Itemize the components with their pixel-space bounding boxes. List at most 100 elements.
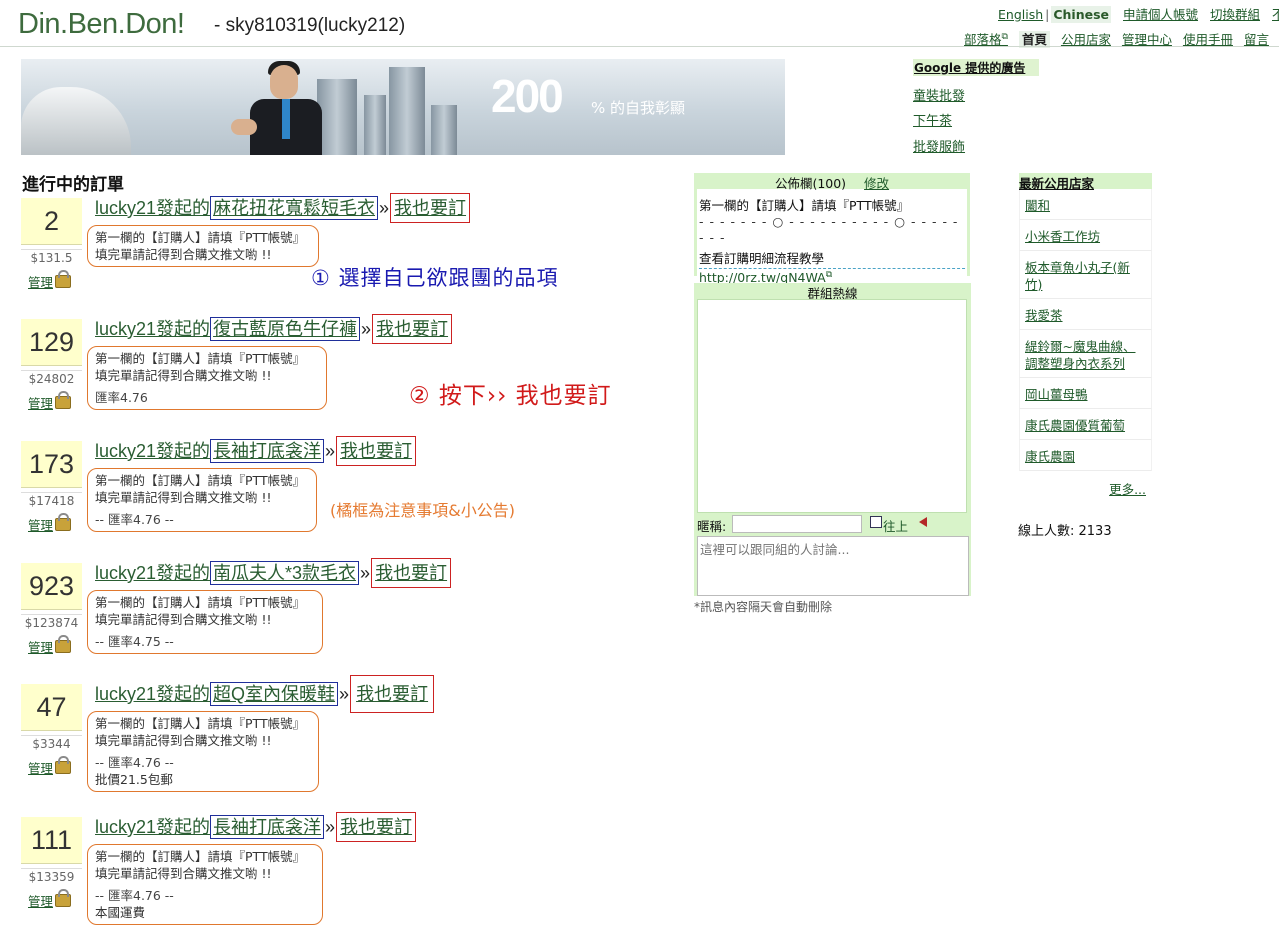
ads-title[interactable]: Google 提供的廣告 <box>913 59 1039 76</box>
nav-manual[interactable]: 使用手冊 <box>1183 32 1233 47</box>
orders-heading: 進行中的訂單 <box>22 175 124 195</box>
order-item-link[interactable]: 復古藍原色牛仔褲 <box>210 317 361 341</box>
order-amount: $3344 <box>21 735 82 751</box>
store-link[interactable]: 小米香工作坊 <box>1025 229 1100 244</box>
order-item-link[interactable]: 南瓜夫人*3款毛衣 <box>210 561 360 585</box>
order-title: lucky21發起的 麻花扭花寬鬆短毛衣» 我也要訂 <box>95 193 471 223</box>
separator: | <box>1045 7 1050 22</box>
order-title: lucky21發起的 南瓜夫人*3款毛衣» 我也要訂 <box>95 558 452 588</box>
order-item-link[interactable]: 麻花扭花寬鬆短毛衣 <box>210 196 379 220</box>
order-starter-link[interactable]: lucky21發起的 <box>95 684 210 704</box>
arrow-icon: » <box>325 441 336 461</box>
arrow-icon: » <box>360 563 371 583</box>
current-user: - sky810319(lucky212) <box>214 15 406 36</box>
annotation-step-1: ① 選擇自己欲跟團的品項 <box>311 266 559 290</box>
banner-car-image <box>21 87 131 155</box>
stores-title-label: 最新公用店家 <box>1019 176 1095 191</box>
order-starter-link[interactable]: lucky21發起的 <box>95 441 210 461</box>
nav-stores[interactable]: 公用店家 <box>1061 32 1111 47</box>
bulletin-dots: - - - - - - - ○ - - - - - - - - - - ○ - … <box>699 214 959 245</box>
store-link[interactable]: 緹鈴爾~魔鬼曲線、調整塑身內衣系列 <box>1025 339 1135 371</box>
manage-label: 管理 <box>28 518 54 533</box>
manage-link[interactable]: 管理 <box>28 270 72 291</box>
chat-message-input[interactable] <box>697 536 969 596</box>
ad-link[interactable]: 批發服飾 <box>913 136 965 155</box>
arrow-icon: » <box>325 817 336 837</box>
order-title: lucky21發起的 復古藍原色牛仔褲» 我也要訂 <box>95 314 453 344</box>
order-item-link[interactable]: 長袖打底衾洋 <box>210 439 325 463</box>
join-order-button[interactable]: 我也要訂 <box>350 675 435 713</box>
join-order-button[interactable]: 我也要訂 <box>390 193 471 223</box>
annotation-note: (橘框為注意事項&小公告) <box>330 501 515 520</box>
nav-blog[interactable]: 部落格⧉ <box>964 32 1008 47</box>
note-line: 填完單請記得到合購文推文喲 !! <box>95 368 272 383</box>
store-link[interactable]: 康氏農園 <box>1025 449 1075 464</box>
note-line: 第一欄的【訂購人】請填『PTT帳號』 <box>95 595 306 610</box>
banner-ad[interactable]: 200 % 的自我彰顯 <box>21 59 785 155</box>
order-note: 第一欄的【訂購人】請填『PTT帳號』 填完單請記得到合購文推文喲 !! -- 匯… <box>87 711 319 792</box>
order-note: 第一欄的【訂購人】請填『PTT帳號』 填完單請記得到合購文推文喲 !! -- 匯… <box>87 590 323 654</box>
manage-label: 管理 <box>28 640 54 655</box>
switch-group-link[interactable]: 切換群組 <box>1210 7 1260 22</box>
manage-label: 管理 <box>28 761 54 776</box>
join-order-button[interactable]: 我也要訂 <box>336 812 417 842</box>
manage-link[interactable]: 管理 <box>28 391 72 412</box>
order-starter-link[interactable]: lucky21發起的 <box>95 198 210 218</box>
store-link[interactable]: 板本章魚小丸子(新竹) <box>1025 260 1130 292</box>
store-link[interactable]: 我愛茶 <box>1025 308 1063 323</box>
store-link[interactable]: 闔和 <box>1025 198 1050 213</box>
store-item: 我愛茶 <box>1019 299 1152 330</box>
stores-more-link[interactable]: 更多... <box>1109 482 1146 497</box>
manage-link[interactable]: 管理 <box>28 756 72 777</box>
order-note: 第一欄的【訂購人】請填『PTT帳號』 填完單請記得到合購文推文喲 !! <box>87 225 319 267</box>
note-line: 第一欄的【訂購人】請填『PTT帳號』 <box>95 473 306 488</box>
site-logo[interactable]: Din.Ben.Don! <box>18 8 185 41</box>
order-starter-link[interactable]: lucky21發起的 <box>95 319 210 339</box>
chat-nick-input[interactable] <box>732 515 862 533</box>
join-order-button[interactable]: 我也要訂 <box>336 436 417 466</box>
manage-link[interactable]: 管理 <box>28 635 72 656</box>
lock-icon <box>55 635 72 653</box>
join-order-button[interactable]: 我也要訂 <box>371 558 452 588</box>
top-extra-link[interactable]: 不 <box>1272 7 1279 22</box>
order-amount: $24802 <box>21 370 82 386</box>
note-extra: 本國運費 <box>95 905 146 920</box>
bulletin-line: 查看訂購明細流程教學 <box>699 251 825 266</box>
language-chinese-link[interactable]: Chinese <box>1051 6 1112 23</box>
arrow-icon: » <box>339 684 350 704</box>
note-line: 填完單請記得到合購文推文喲 !! <box>95 612 272 627</box>
order-title: lucky21發起的 超Q室內保暖鞋» 我也要訂 <box>95 675 435 713</box>
lock-icon <box>55 391 72 409</box>
order-item-link[interactable]: 超Q室內保暖鞋 <box>210 682 339 706</box>
apply-account-link[interactable]: 申請個人帳號 <box>1123 7 1198 22</box>
join-order-button[interactable]: 我也要訂 <box>372 314 453 344</box>
manage-link[interactable]: 管理 <box>28 889 72 910</box>
arrow-icon: » <box>361 319 372 339</box>
note-line: 填完單請記得到合購文推文喲 !! <box>95 247 272 262</box>
bulletin-board: 公佈欄(100) 修改 第一欄的【訂購人】請填『PTT帳號』 - - - - -… <box>694 173 970 285</box>
stores-title[interactable]: 最新公用店家 <box>1019 173 1152 191</box>
speaker-icon[interactable] <box>919 517 927 527</box>
ad-link[interactable]: 童裝批發 <box>913 85 965 104</box>
note-rate: -- 匯率4.76 -- <box>95 512 174 527</box>
manage-label: 管理 <box>28 275 54 290</box>
store-link[interactable]: 岡山薑母鴨 <box>1025 387 1088 402</box>
note-extra: 批價21.5包郵 <box>95 772 173 787</box>
ad-link[interactable]: 下午茶 <box>913 110 952 129</box>
store-link[interactable]: 康氏農園優質葡萄 <box>1025 418 1125 433</box>
external-link-icon: ⧉ <box>1001 31 1008 42</box>
bulletin-edit-link[interactable]: 修改 <box>864 176 889 191</box>
nav-admin[interactable]: 管理中心 <box>1122 32 1172 47</box>
order-count: 173 <box>21 441 82 488</box>
note-line: 第一欄的【訂購人】請填『PTT帳號』 <box>95 716 306 731</box>
language-english-link[interactable]: English <box>998 7 1043 22</box>
order-starter-link[interactable]: lucky21發起的 <box>95 817 210 837</box>
scroll-up-checkbox[interactable] <box>870 516 882 528</box>
order-item-link[interactable]: 長袖打底衾洋 <box>210 815 325 839</box>
chat-messages[interactable] <box>697 299 967 513</box>
nav-guestbook[interactable]: 留言 <box>1244 32 1269 47</box>
order-starter-link[interactable]: lucky21發起的 <box>95 563 210 583</box>
note-line: 第一欄的【訂購人】請填『PTT帳號』 <box>95 230 306 245</box>
manage-label: 管理 <box>28 894 54 909</box>
manage-link[interactable]: 管理 <box>28 513 72 534</box>
